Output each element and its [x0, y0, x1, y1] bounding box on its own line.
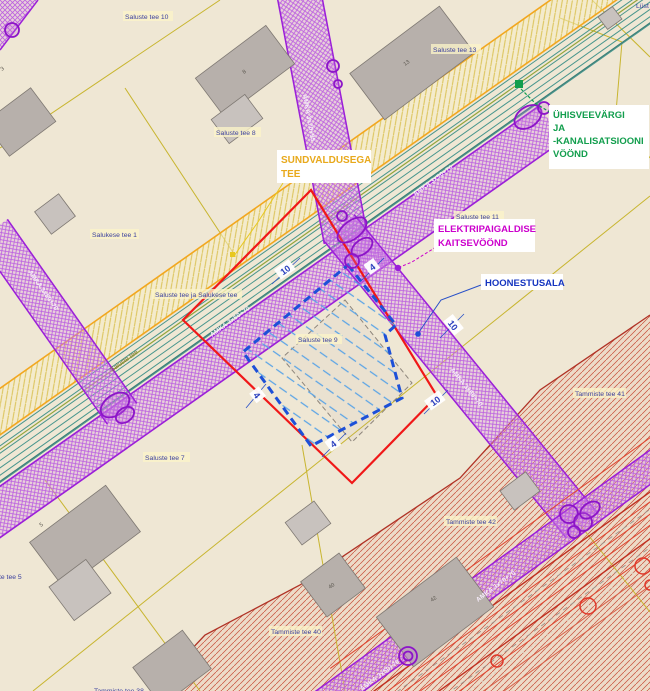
callout-yhisveevargi-line4: VÖÖND — [553, 149, 588, 160]
label-tammiste-41: Tammiste tee 41 — [575, 391, 625, 398]
cable-point — [395, 265, 401, 271]
label-saluste-9: Saluste tee 9 — [298, 337, 338, 344]
label-tammiste-42: Tammiste tee 42 — [446, 519, 496, 526]
planning-map: AMKA 3x70+95 AMKA 3x50+70 AMKA 3x50+70 A… — [0, 0, 650, 691]
callout-yhisveevargi-line3: -KANALISATSIOONI — [553, 136, 644, 147]
label-tammiste-40: Tammiste tee 40 — [271, 629, 321, 636]
callout-yhisveevargi-line1: ÜHISVEEVÄRGI — [553, 110, 625, 121]
map-canvas: AMKA 3x70+95 AMKA 3x50+70 AMKA 3x50+70 A… — [0, 0, 650, 691]
label-saluste-salukese: Saluste tee ja Salukese tee — [155, 292, 238, 299]
callout-hoonestusala: HOONESTUSALA — [485, 278, 565, 289]
label-saluste-10: Saluste tee 10 — [125, 14, 169, 21]
label-salukese-1: Salukese tee 1 — [92, 232, 137, 239]
label-topright-clipped: Lüst — [636, 3, 649, 10]
label-saluste-5: Saluste tee 5 — [0, 574, 22, 581]
callout-elektripaigaldise-line1: ELEKTRIPAIGALDISE — [438, 224, 536, 235]
label-saluste-8: Saluste tee 8 — [216, 130, 256, 137]
label-saluste-7: Saluste tee 7 — [145, 455, 185, 462]
label-saluste-13: Saluste tee 13 — [433, 47, 477, 54]
callout-sundvaldusega-line2: TEE — [281, 169, 301, 180]
callout-elektripaigaldise-line2: KAITSEVÖÖND — [438, 238, 508, 249]
water-node-symbol — [515, 80, 523, 88]
callout-sundvaldusega-line1: SUNDVALDUSEGA — [281, 155, 371, 166]
hoonestusala-point — [415, 331, 421, 337]
callout-yhisveevargi-line2: JA — [553, 123, 565, 134]
leader-sundvaldusega-end — [230, 252, 235, 257]
